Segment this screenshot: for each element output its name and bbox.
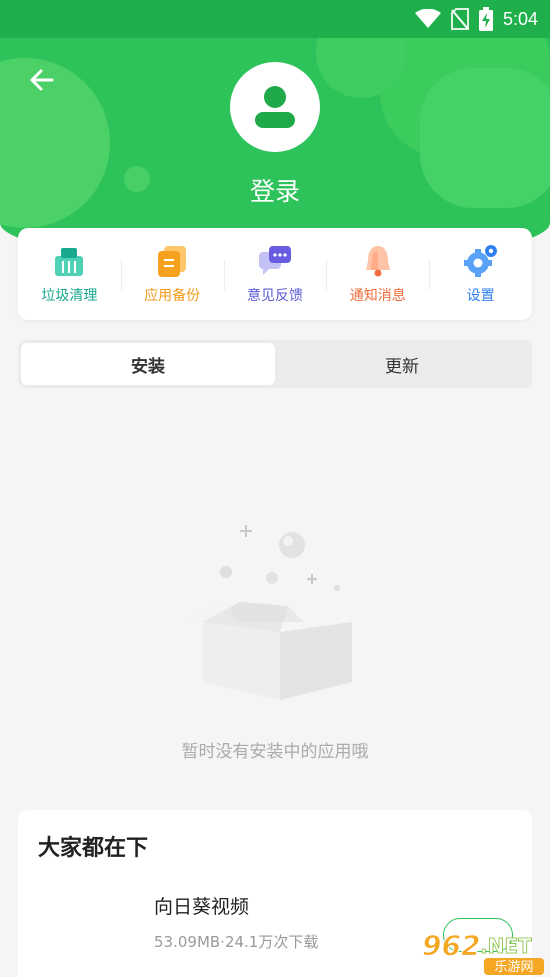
action-feedback[interactable]: 意见反馈: [223, 228, 327, 320]
app-name[interactable]: 向日葵视频: [154, 892, 249, 919]
watermark-logo: 962 .NET 乐游网: [422, 929, 544, 975]
tab-update[interactable]: 更新: [275, 343, 529, 385]
arrow-left-icon: [30, 69, 54, 91]
chat-bubble-icon: [258, 246, 291, 275]
action-notifications[interactable]: 通知消息: [326, 228, 429, 320]
action-label: 垃圾清理: [41, 288, 98, 304]
tab-install[interactable]: 安装: [21, 343, 275, 385]
action-label: 应用备份: [144, 288, 201, 304]
action-app-backup[interactable]: 应用备份: [120, 228, 224, 320]
battery-charging-icon: [478, 7, 493, 31]
action-settings[interactable]: 设置: [429, 228, 532, 320]
action-label: 设置: [466, 288, 495, 304]
action-label: 意见反馈: [246, 288, 303, 304]
svg-text:962: 962: [422, 929, 480, 962]
action-trash-clean[interactable]: 垃圾清理: [18, 228, 121, 320]
app-meta: 53.09MB·24.1万次下载: [154, 933, 319, 951]
user-icon: [255, 86, 295, 128]
tab-bar: 安装 更新: [18, 340, 532, 388]
trash-basket-icon: [55, 248, 84, 276]
back-button[interactable]: [24, 62, 60, 98]
quick-actions-card: 垃圾清理 应用备份 意见反馈 通知消息 设置: [18, 228, 532, 320]
empty-state-message: 暂时没有安装中的应用哦: [181, 742, 369, 762]
gear-icon: [463, 245, 497, 277]
status-time: 5:04: [502, 8, 538, 29]
svg-text:.NET: .NET: [480, 934, 532, 958]
empty-box-icon: [188, 525, 352, 700]
avatar[interactable]: [230, 62, 320, 152]
svg-text:乐游网: 乐游网: [494, 960, 533, 975]
app-icon[interactable]: [40, 888, 116, 964]
backup-icon: [158, 246, 187, 277]
recommend-title: 大家都在下: [38, 836, 149, 861]
wifi-icon: [414, 9, 441, 28]
action-label: 通知消息: [349, 288, 406, 304]
status-icons: 5:04: [414, 7, 538, 31]
login-label[interactable]: 登录: [0, 172, 550, 208]
no-sim-icon: [450, 8, 469, 30]
bell-icon: [365, 246, 390, 277]
status-bar: 5:04: [0, 0, 550, 38]
